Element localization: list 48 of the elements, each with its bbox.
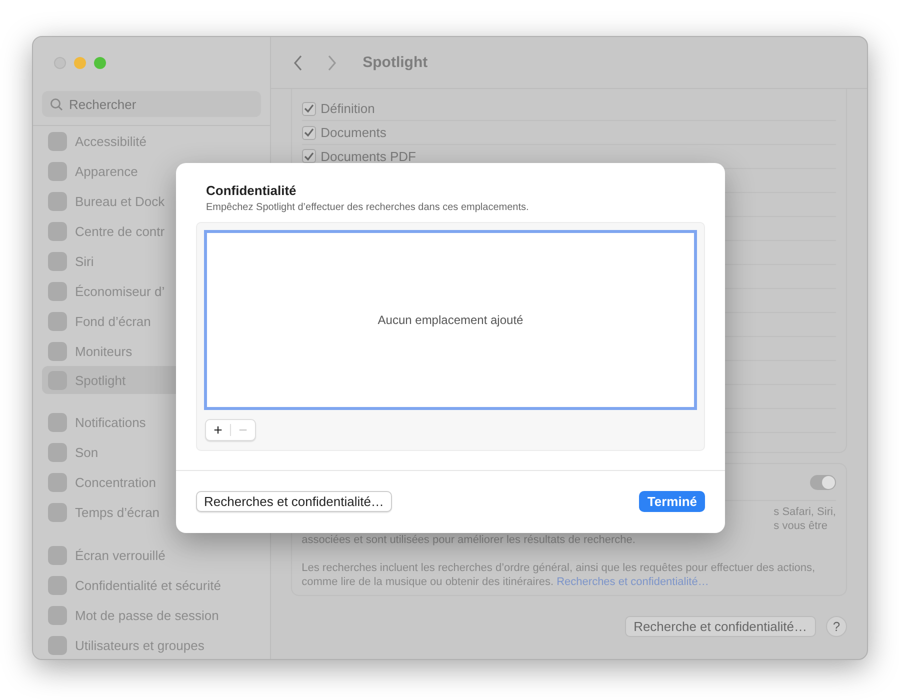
sidebar-item[interactable]: Écran verrouillé bbox=[42, 540, 261, 570]
category-label: Documents bbox=[320, 125, 386, 140]
search-icon bbox=[50, 98, 63, 111]
settings-tile-icon bbox=[48, 576, 67, 594]
settings-tile-icon bbox=[48, 442, 67, 462]
search-privacy-button[interactable]: Recherches et confidentialité… bbox=[196, 491, 392, 512]
zoom-button[interactable] bbox=[94, 57, 106, 69]
locations-list[interactable]: Aucun emplacement ajouté bbox=[204, 230, 697, 410]
settings-tile-icon bbox=[48, 252, 67, 270]
checkbox[interactable] bbox=[302, 102, 316, 116]
settings-tile-icon bbox=[48, 192, 67, 210]
sidebar-item[interactable]: Utilisateurs et groupes bbox=[42, 630, 261, 659]
empty-message: Aucun emplacement ajouté bbox=[378, 313, 524, 327]
privacy-link[interactable]: Recherches et confidentialité… bbox=[556, 576, 709, 588]
settings-tile-icon bbox=[48, 162, 67, 180]
sheet-title: Confidentialité bbox=[205, 183, 298, 198]
done-button[interactable]: Terminé bbox=[639, 491, 705, 512]
settings-tile-icon bbox=[48, 546, 67, 564]
checkbox[interactable] bbox=[302, 149, 316, 163]
settings-tile-icon bbox=[48, 222, 67, 240]
description-text: s Safari, Siri, bbox=[772, 505, 836, 519]
back-icon[interactable] bbox=[292, 54, 303, 70]
settings-tile-icon bbox=[48, 502, 67, 522]
add-button[interactable]: + bbox=[206, 422, 230, 438]
settings-tile-icon bbox=[48, 132, 67, 150]
window-title: Spotlight bbox=[362, 54, 428, 71]
sidebar-item[interactable]: Mot de passe de session bbox=[42, 600, 261, 630]
sidebar-item[interactable]: Confidentialité et sécurité bbox=[42, 570, 261, 600]
settings-tile-icon bbox=[48, 312, 67, 330]
sidebar-item[interactable]: Accessibilité bbox=[42, 126, 261, 156]
search-field[interactable]: Rechercher bbox=[42, 91, 261, 117]
minimize-button[interactable] bbox=[74, 57, 86, 69]
category-label: Définition bbox=[320, 101, 375, 116]
settings-tile-icon bbox=[48, 606, 67, 624]
category-label: Documents PDF bbox=[320, 149, 416, 164]
settings-tile-icon bbox=[48, 282, 67, 300]
settings-tile-icon bbox=[48, 412, 67, 432]
help-button[interactable]: ? bbox=[826, 616, 847, 637]
search-privacy-button[interactable]: Recherche et confidentialité… bbox=[624, 616, 816, 637]
settings-tile-icon bbox=[48, 636, 67, 654]
settings-tile-icon bbox=[48, 342, 67, 360]
forward-icon[interactable] bbox=[326, 54, 337, 70]
checkbox[interactable] bbox=[302, 126, 316, 140]
note-text: Les recherches incluent les recherches d’ordre général, ainsi que les requêtes pour effectuer des actions, comme lire de la musique ou obtenir des itinéraires. Recherches et confidentialité… bbox=[302, 561, 816, 589]
sheet-subtitle: Empêchez Spotlight d’effectuer des recherches dans ces emplacements. bbox=[205, 202, 530, 213]
description-text: s vous être bbox=[772, 519, 828, 533]
toggle-switch[interactable] bbox=[810, 474, 836, 490]
settings-tile-icon bbox=[48, 472, 67, 492]
